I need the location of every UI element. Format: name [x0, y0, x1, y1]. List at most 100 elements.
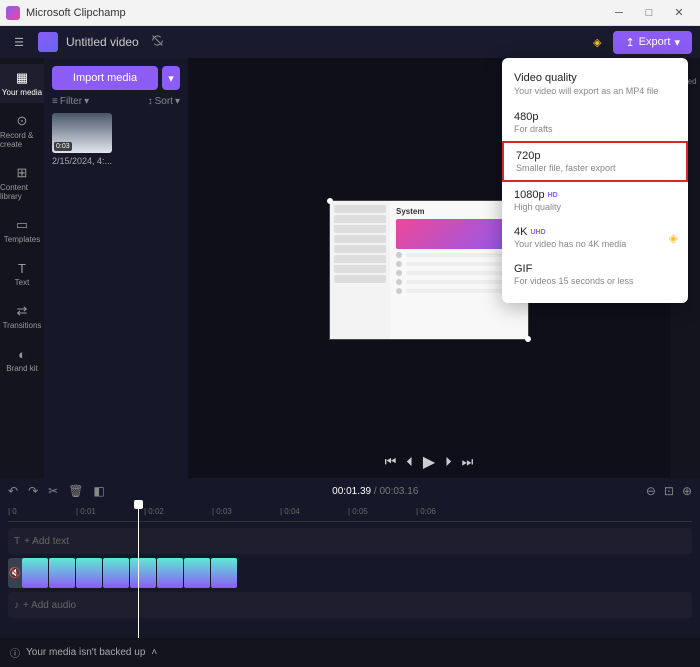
chevron-down-icon: ▾: [674, 36, 680, 49]
export-option-720p[interactable]: 720pSmaller file, faster export: [502, 141, 688, 182]
sidebar-text[interactable]: TText: [0, 254, 44, 293]
video-clip[interactable]: [103, 558, 129, 588]
export-label: Export: [639, 36, 671, 48]
text-icon: T: [14, 260, 30, 276]
export-option-label: 4KUHD: [514, 226, 676, 238]
playhead[interactable]: [138, 504, 139, 638]
ruler-tick: | 0: [8, 507, 17, 516]
templates-icon: ▭: [14, 217, 30, 233]
export-option-4k[interactable]: 4KUHDYour video has no 4K media◈: [502, 219, 688, 256]
ruler-tick: | 0:01: [76, 507, 96, 516]
quality-badge: UHD: [530, 229, 545, 236]
media-duration: 0:03: [54, 142, 72, 151]
media-thumbnail: 0:03: [52, 113, 112, 153]
timeline-timecode: 00:01.39 / 00:03.16: [115, 486, 636, 497]
video-clip[interactable]: [76, 558, 102, 588]
window-titlebar: Microsoft Clipchamp ─ □ ✕: [0, 0, 700, 26]
sidebar-content-library[interactable]: ⊞Content library: [0, 159, 44, 207]
export-option-desc: High quality: [514, 202, 676, 212]
cut-icon[interactable]: ✂: [48, 484, 58, 498]
left-sidebar: ▦Your media ⊙Record & create ⊞Content li…: [0, 58, 44, 478]
text-track-icon: T: [14, 536, 20, 547]
step-forward-icon[interactable]: ⏵: [445, 454, 452, 470]
import-media-button[interactable]: Import media: [52, 66, 158, 90]
media-item[interactable]: 0:03 2/15/2024, 4:...: [52, 113, 180, 166]
ruler-tick: | 0:03: [212, 507, 232, 516]
maximize-button[interactable]: □: [634, 3, 664, 23]
info-icon: ⓘ: [10, 645, 20, 660]
sidebar-transitions[interactable]: ⇄Transitions: [0, 297, 44, 336]
sidebar-templates[interactable]: ▭Templates: [0, 211, 44, 250]
record-icon: ⊙: [14, 113, 30, 129]
export-quality-menu: Video quality Your video will export as …: [502, 58, 688, 303]
export-option-label: GIF: [514, 263, 676, 275]
export-option-1080p[interactable]: 1080pHDHigh quality: [502, 182, 688, 219]
export-option-desc: Your video has no 4K media: [514, 239, 676, 249]
upload-icon: ↥: [625, 36, 634, 49]
export-menu-subtitle: Your video will export as an MP4 file: [514, 86, 676, 96]
text-track[interactable]: T+ Add text: [8, 528, 692, 554]
project-name[interactable]: Untitled video: [66, 35, 139, 49]
video-clip[interactable]: [184, 558, 210, 588]
top-toolbar: ☰ Untitled video ◈ ↥ Export ▾: [0, 26, 700, 58]
media-label: 2/15/2024, 4:...: [52, 156, 180, 166]
ruler-tick: | 0:02: [144, 507, 164, 516]
redo-icon[interactable]: ↷: [28, 484, 38, 498]
sort-button[interactable]: ↕Sort ▾: [148, 96, 180, 107]
premium-badge-icon: ◈: [669, 231, 678, 245]
split-icon[interactable]: ◧: [93, 484, 104, 498]
sidebar-your-media[interactable]: ▦Your media: [0, 64, 44, 103]
export-option-label: 720p: [516, 150, 674, 162]
zoom-out-icon[interactable]: ⊖: [646, 484, 656, 498]
play-button[interactable]: ▶: [423, 452, 435, 472]
video-clip[interactable]: [211, 558, 237, 588]
skip-start-icon[interactable]: ⏮: [385, 454, 397, 470]
sync-disabled-icon[interactable]: [151, 34, 164, 50]
export-option-label: 1080pHD: [514, 189, 676, 201]
export-option-desc: For videos 15 seconds or less: [514, 276, 676, 286]
media-panel: Import media ▾ ≡Filter ▾ ↕Sort ▾ 0:03 2/…: [44, 58, 188, 478]
export-option-gif[interactable]: GIFFor videos 15 seconds or less: [502, 256, 688, 293]
video-clip[interactable]: [49, 558, 75, 588]
undo-icon[interactable]: ↶: [8, 484, 18, 498]
resize-handle-br[interactable]: [525, 336, 531, 342]
media-icon: ▦: [14, 70, 30, 86]
step-back-icon[interactable]: ⏴: [406, 454, 413, 470]
premium-icon[interactable]: ◈: [593, 36, 601, 49]
filter-icon: ≡: [52, 96, 58, 107]
quality-badge: HD: [548, 192, 558, 199]
sidebar-record[interactable]: ⊙Record & create: [0, 107, 44, 155]
transitions-icon: ⇄: [14, 303, 30, 319]
zoom-in-icon[interactable]: ⊕: [682, 484, 692, 498]
skip-end-icon[interactable]: ⏭: [462, 454, 474, 470]
footer-bar: ⓘ Your media isn't backed up ˄: [0, 638, 700, 667]
app-logo-icon: [6, 6, 20, 20]
chevron-up-icon[interactable]: ˄: [151, 647, 157, 658]
video-track[interactable]: 🔇: [8, 558, 692, 588]
delete-icon[interactable]: 🗑: [68, 484, 83, 498]
export-option-480p[interactable]: 480pFor drafts: [502, 104, 688, 141]
zoom-fit-icon[interactable]: ⊡: [664, 484, 674, 498]
ruler-tick: | 0:06: [416, 507, 436, 516]
video-clip[interactable]: [22, 558, 48, 588]
minimize-button[interactable]: ─: [604, 3, 634, 23]
import-dropdown-button[interactable]: ▾: [162, 66, 180, 90]
export-button[interactable]: ↥ Export ▾: [613, 31, 692, 54]
close-button[interactable]: ✕: [664, 3, 694, 23]
hamburger-menu-icon[interactable]: ☰: [8, 31, 30, 53]
brand-icon: ◐: [14, 346, 30, 362]
playback-controls: ⏮ ⏴ ▶ ⏵ ⏭: [188, 446, 670, 478]
timeline-tracks: T+ Add text 🔇 ♪+ Add audio: [8, 522, 692, 638]
preview-canvas[interactable]: System: [329, 200, 529, 340]
video-clip[interactable]: [157, 558, 183, 588]
video-clip[interactable]: [130, 558, 156, 588]
sort-icon: ↕: [148, 96, 153, 107]
resize-handle-tl[interactable]: [327, 198, 333, 204]
project-icon: [38, 32, 58, 52]
sidebar-brand-kit[interactable]: ◐Brand kit: [0, 340, 44, 379]
filter-button[interactable]: ≡Filter ▾: [52, 96, 89, 107]
app-title: Microsoft Clipchamp: [26, 7, 604, 19]
audio-track[interactable]: ♪+ Add audio: [8, 592, 692, 618]
clip-mute-icon[interactable]: 🔇: [8, 558, 22, 588]
export-menu-title: Video quality: [514, 72, 676, 84]
